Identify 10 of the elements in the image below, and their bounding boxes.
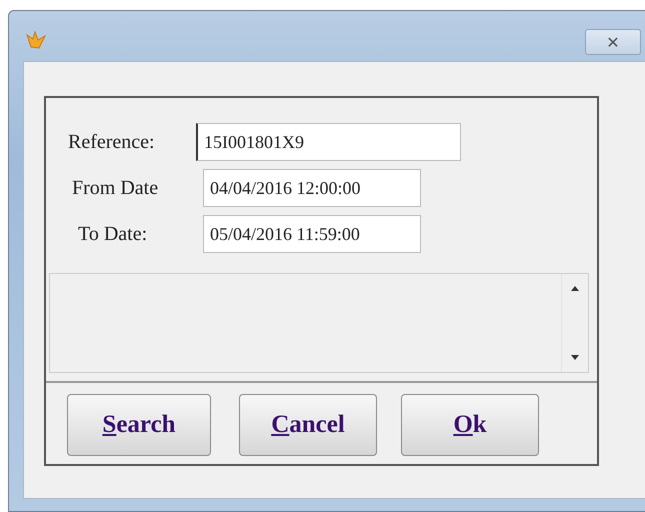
dialog-button[interactable]: Search [67,394,211,456]
field-label: To Date: [77,222,148,246]
dialog-button[interactable]: Ok [401,394,539,456]
input-field[interactable]: 05/04/2016 11:59:00 [203,215,421,253]
close-button[interactable]: ✕ [585,29,641,55]
input-field[interactable]: 15I001801X9 [196,123,461,161]
field-label: Reference: [68,130,156,154]
dialog-button[interactable]: Cancel [239,394,377,456]
input-field[interactable]: 04/04/2016 12:00:00 [203,169,421,207]
field-label: From Date [71,176,160,200]
